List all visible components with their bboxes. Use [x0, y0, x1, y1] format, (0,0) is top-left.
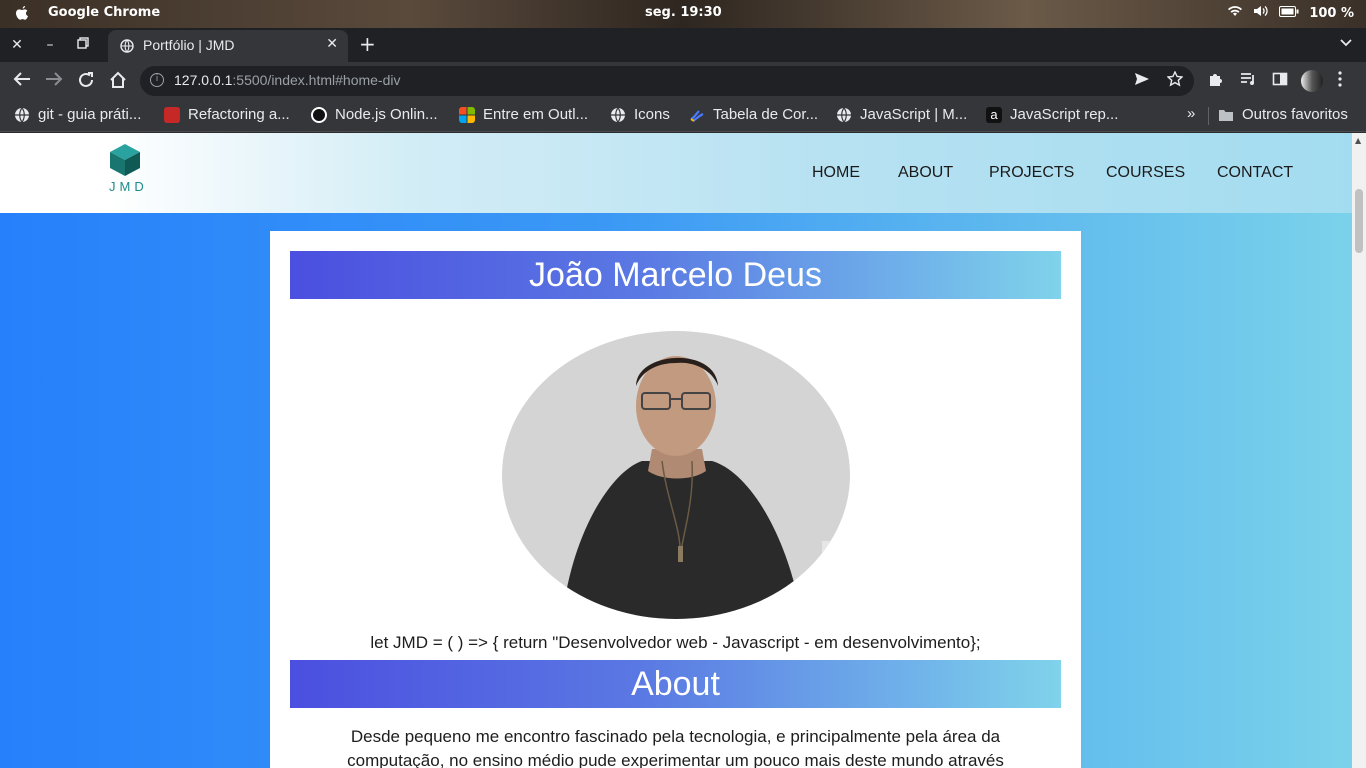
- cube-logo-icon: [110, 144, 140, 176]
- restore-window-icon[interactable]: [74, 36, 92, 54]
- active-app-name[interactable]: Google Chrome: [48, 5, 160, 20]
- url-host: 127.0.0.1: [174, 72, 233, 88]
- nav-projects[interactable]: PROJECTS: [989, 164, 1074, 182]
- media-queue-icon[interactable]: [1240, 71, 1256, 91]
- bookmark-label: git - guia práti...: [38, 106, 142, 123]
- globe-icon: [837, 107, 851, 122]
- bookmark-label: Icons: [634, 106, 670, 123]
- nav-home[interactable]: HOME: [812, 164, 860, 182]
- logo-text: JMD: [109, 179, 148, 194]
- bookmark-label: Node.js Onlin...: [335, 106, 438, 123]
- page-viewport[interactable]: JMD HOME ABOUT PROJECTS COURSES CONTACT …: [0, 133, 1352, 768]
- name-heading: João Marcelo Deus: [290, 251, 1061, 299]
- new-tab-icon[interactable]: +: [359, 34, 376, 54]
- bookmark-label: Entre em Outl...: [483, 106, 589, 123]
- battery-percent: 100 %: [1309, 5, 1354, 21]
- scroll-up-arrow-icon[interactable]: ▲: [1355, 136, 1361, 145]
- site-header: JMD HOME ABOUT PROJECTS COURSES CONTACT: [0, 133, 1352, 213]
- about-paragraph: Desde pequeno me encontro fascinado pela…: [347, 727, 1004, 768]
- bookmark-label: Tabela de Cor...: [713, 106, 819, 123]
- send-icon[interactable]: [1134, 71, 1150, 90]
- bookmark-icons[interactable]: Icons: [610, 106, 670, 123]
- globe-icon: [15, 107, 29, 122]
- browser-toolbar: i 127.0.0.1:5500/index.html#home-div: [0, 62, 1366, 100]
- color-table-icon: [690, 109, 704, 122]
- back-icon[interactable]: [12, 71, 32, 91]
- home-icon[interactable]: [108, 71, 128, 91]
- nav-about[interactable]: ABOUT: [898, 164, 953, 182]
- bookmark-refactoring[interactable]: Refactoring a...: [164, 106, 290, 123]
- bookmark-label: JavaScript | M...: [860, 106, 968, 123]
- globe-icon: [120, 39, 134, 57]
- microsoft-icon: [459, 106, 475, 123]
- folder-icon: [1219, 109, 1233, 121]
- globe-icon: [611, 107, 625, 122]
- other-bookmarks-label: Outros favoritos: [1242, 106, 1348, 123]
- page-scrollbar[interactable]: ▲: [1352, 133, 1366, 768]
- tab-search-chevron-icon[interactable]: [1340, 36, 1352, 50]
- tab-strip: ✕ – Portfólio | JMD ✕ +: [0, 28, 1366, 62]
- other-bookmarks-folder[interactable]: Outros favoritos: [1218, 106, 1348, 123]
- bookmark-javascript-mdn[interactable]: JavaScript | M...: [836, 106, 967, 123]
- forward-icon[interactable]: [44, 71, 64, 91]
- bookmark-javascript-rep[interactable]: a JavaScript rep...: [986, 106, 1118, 123]
- address-bar[interactable]: i 127.0.0.1:5500/index.html#home-div: [140, 66, 1194, 96]
- close-window-icon[interactable]: ✕: [8, 36, 26, 54]
- close-tab-icon[interactable]: ✕: [326, 36, 338, 52]
- battery-icon[interactable]: [1279, 5, 1299, 21]
- nodejs-icon: [311, 106, 327, 123]
- scrollbar-thumb[interactable]: [1355, 189, 1363, 253]
- more-bookmarks-chevron-icon[interactable]: »: [1187, 105, 1195, 122]
- extensions-puzzle-icon[interactable]: [1208, 71, 1224, 91]
- bookmark-nodejs[interactable]: Node.js Onlin...: [311, 106, 438, 123]
- wifi-icon[interactable]: [1227, 5, 1243, 21]
- url-path: :5500/index.html#home-div: [232, 72, 401, 88]
- site-logo[interactable]: JMD: [105, 143, 145, 194]
- tab-title: Portfólio | JMD: [143, 37, 235, 53]
- content-card: João Marcelo Deus let JMD = ( ) => { ret…: [270, 231, 1081, 768]
- bookmarks-divider: [1208, 107, 1209, 125]
- minimize-window-icon[interactable]: –: [41, 36, 59, 54]
- site-info-icon[interactable]: i: [150, 73, 164, 87]
- profile-photo: [502, 331, 850, 619]
- bookmark-star-icon[interactable]: [1166, 70, 1184, 91]
- reload-icon[interactable]: [76, 71, 96, 91]
- bookmark-git-guia[interactable]: git - guia práti...: [14, 106, 141, 123]
- bookmark-label: Refactoring a...: [188, 106, 290, 123]
- apple-icon[interactable]: [14, 5, 30, 23]
- amazon-icon: a: [986, 106, 1002, 123]
- about-heading: About: [290, 660, 1061, 708]
- url-text[interactable]: 127.0.0.1:5500/index.html#home-div: [174, 72, 401, 88]
- bookmark-outlook[interactable]: Entre em Outl...: [459, 106, 588, 123]
- bookmarks-bar: git - guia práti... Refactoring a... Nod…: [0, 100, 1366, 132]
- system-status-area[interactable]: 100 %: [1227, 5, 1354, 21]
- volume-icon[interactable]: [1253, 5, 1269, 21]
- nav-courses[interactable]: COURSES: [1106, 164, 1185, 182]
- refactoring-icon: [164, 106, 180, 123]
- tab-portfolio[interactable]: Portfólio | JMD ✕: [108, 30, 348, 62]
- tagline-text: let JMD = ( ) => { return "Desenvolvedor…: [370, 633, 981, 652]
- os-top-bar: Google Chrome seg. 19:30 100 %: [0, 0, 1366, 28]
- side-panel-icon[interactable]: [1272, 71, 1288, 91]
- bookmark-tabela-de-cores[interactable]: Tabela de Cor...: [689, 106, 818, 123]
- chrome-menu-icon[interactable]: [1338, 71, 1342, 91]
- clock[interactable]: seg. 19:30: [645, 5, 722, 20]
- bookmark-label: JavaScript rep...: [1010, 106, 1119, 123]
- profile-avatar[interactable]: [1301, 70, 1323, 92]
- nav-contact[interactable]: CONTACT: [1217, 164, 1293, 182]
